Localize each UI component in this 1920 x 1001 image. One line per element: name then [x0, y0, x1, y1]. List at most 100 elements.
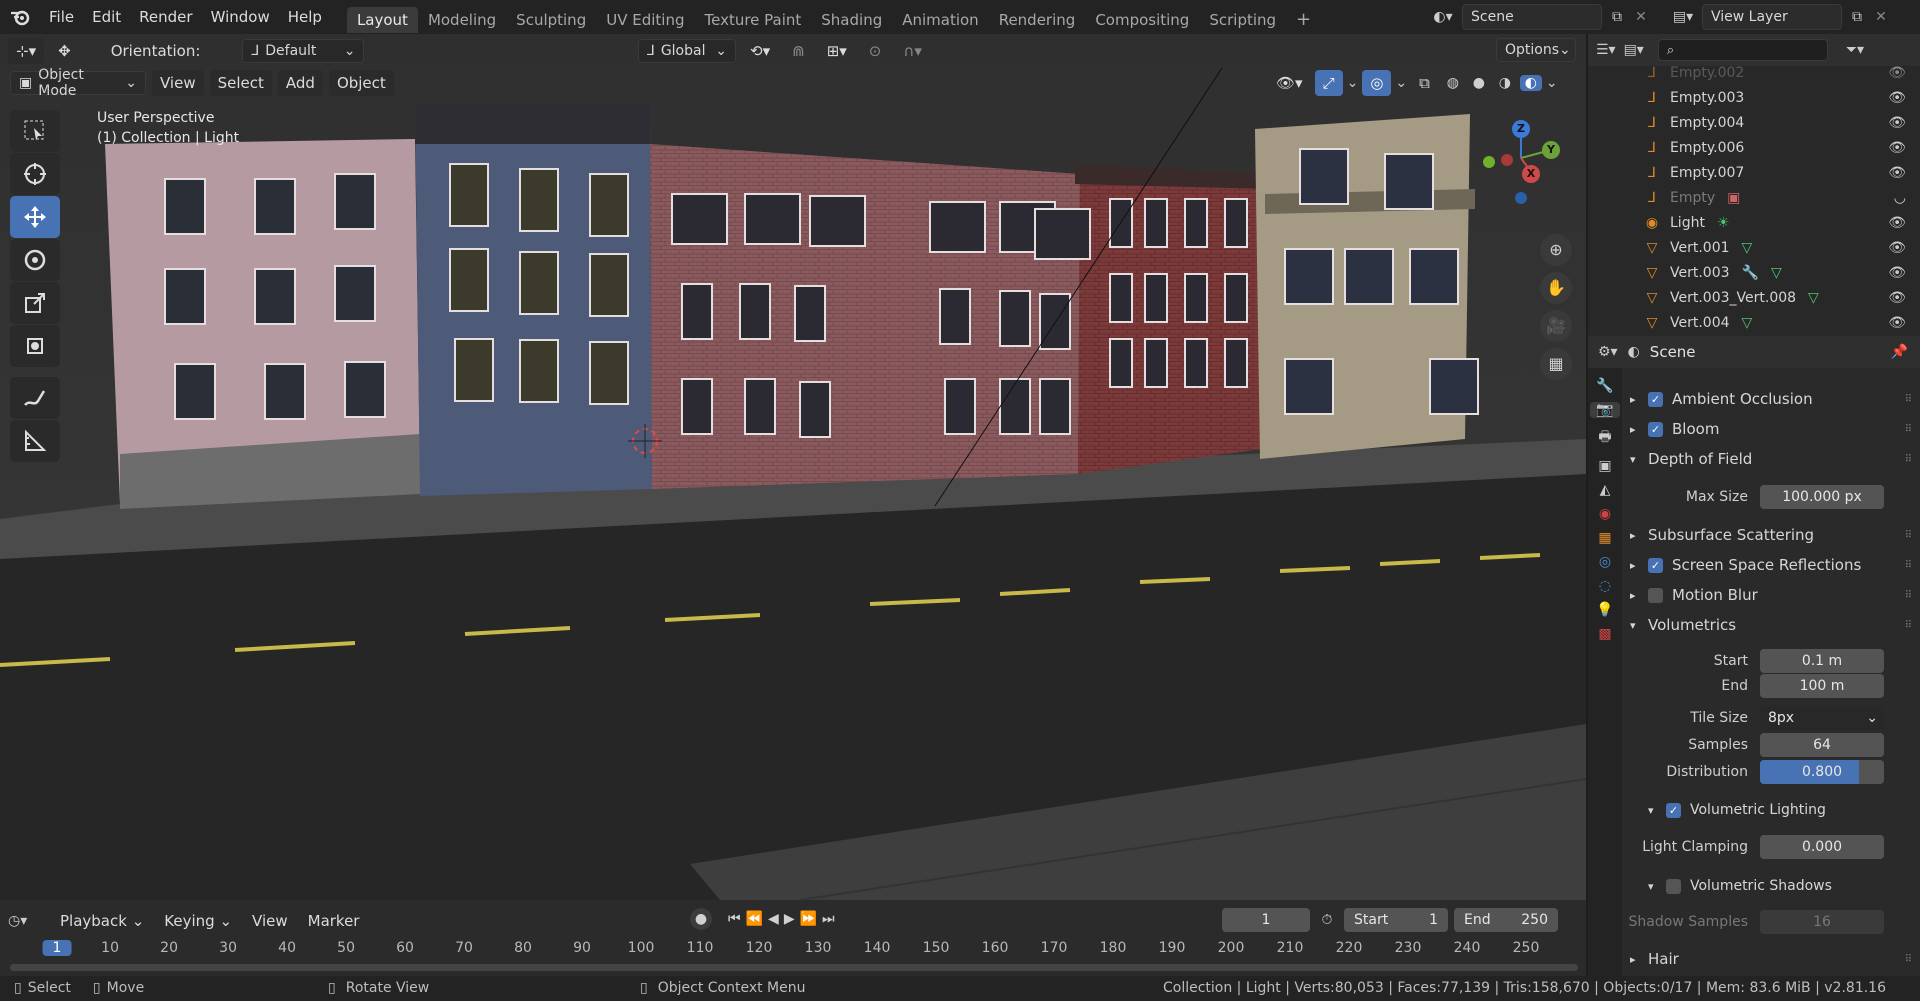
- camera-view-icon[interactable]: 🎥: [1540, 310, 1572, 342]
- drag-handle-icon[interactable]: ⠿: [1905, 590, 1912, 601]
- new-scene-icon[interactable]: ⧉: [1606, 9, 1628, 25]
- pin-icon[interactable]: 📌: [1891, 344, 1908, 360]
- visibility-eye-icon[interactable]: 👁: [1888, 65, 1906, 81]
- modifier-icon[interactable]: 🔧: [1742, 265, 1759, 281]
- rotate-tool-icon[interactable]: [10, 239, 60, 281]
- visibility-eye-icon[interactable]: 👁: [1888, 90, 1906, 106]
- visibility-eye-icon[interactable]: 👁: [1888, 215, 1906, 231]
- volumetric-lighting-checkbox[interactable]: ✓: [1666, 802, 1681, 818]
- menu-render[interactable]: Render: [130, 0, 201, 34]
- outliner-row[interactable]: ⅃ Empty ▣ ◡: [1588, 185, 1920, 210]
- output-tab-icon[interactable]: 🖶: [1598, 426, 1611, 450]
- visibility-eye-icon[interactable]: 👁: [1888, 165, 1906, 181]
- delete-scene-icon[interactable]: ✕: [1632, 9, 1650, 25]
- zoom-icon[interactable]: ⊕: [1540, 234, 1572, 266]
- tab-compositing[interactable]: Compositing: [1085, 7, 1199, 33]
- overlays-icon[interactable]: ◎: [1362, 70, 1392, 96]
- chevron-down-icon[interactable]: ⌄: [1395, 75, 1407, 91]
- view-layer-tab-icon[interactable]: ▣: [1598, 458, 1611, 474]
- panel-bloom[interactable]: ▸ ✓ Bloom ⠿: [1630, 415, 1918, 443]
- texture-tab-icon[interactable]: ▩: [1598, 626, 1611, 642]
- light-data-tab-icon[interactable]: 💡: [1596, 602, 1613, 618]
- filter-icon[interactable]: ⏷▾: [1846, 42, 1864, 58]
- chevron-down-icon[interactable]: ⌄: [1347, 75, 1359, 91]
- mode-dropdown[interactable]: ▣ Object Mode ⌄: [10, 67, 146, 99]
- menu-view[interactable]: View: [152, 70, 204, 96]
- gizmo-toggle-icon[interactable]: ⤢: [1314, 70, 1343, 96]
- view-layer-selector[interactable]: View Layer: [1702, 4, 1842, 30]
- subpanel-volumetric-lighting[interactable]: ▾ ✓ Volumetric Lighting: [1648, 796, 1918, 824]
- panel-ambient-occlusion[interactable]: ▸ ✓ Ambient Occlusion ⠿: [1630, 385, 1918, 413]
- menu-select[interactable]: Select: [209, 70, 272, 96]
- tab-animation[interactable]: Animation: [892, 7, 988, 33]
- outliner-row[interactable]: ⅃ Empty.007 👁: [1588, 160, 1920, 185]
- outliner-row[interactable]: ⅃ Empty.002 👁: [1588, 60, 1920, 85]
- drag-handle-icon[interactable]: ⠿: [1905, 954, 1912, 965]
- panel-screen-space-reflections[interactable]: ▸ ✓ Screen Space Reflections ⠿: [1630, 551, 1918, 579]
- visibility-eye-icon[interactable]: 👁: [1888, 240, 1906, 256]
- delete-view-layer-icon[interactable]: ✕: [1872, 9, 1890, 25]
- outliner-row[interactable]: ▽ Vert.004 ▽ 👁: [1588, 310, 1920, 335]
- outliner-row[interactable]: ▽ Vert.001 ▽ 👁: [1588, 235, 1920, 260]
- snap-magnet-icon[interactable]: ⋒: [784, 38, 813, 64]
- blender-logo-icon[interactable]: [0, 8, 40, 26]
- ambient-occlusion-checkbox[interactable]: ✓: [1648, 391, 1663, 407]
- pivot-point-icon[interactable]: ⟲▾: [742, 38, 778, 64]
- panel-hair[interactable]: ▸ Hair ⠿: [1630, 945, 1918, 973]
- solid-shading-icon[interactable]: ●: [1468, 75, 1490, 91]
- world-tab-icon[interactable]: ◉: [1599, 506, 1611, 522]
- menu-edit[interactable]: Edit: [83, 0, 130, 34]
- max-size-field[interactable]: 100.000 px: [1760, 485, 1884, 509]
- mesh-data-icon[interactable]: ▽: [1808, 290, 1819, 306]
- visibility-eye-icon[interactable]: 👁: [1888, 140, 1906, 156]
- scene-selector[interactable]: Scene: [1462, 4, 1602, 30]
- tab-sculpting[interactable]: Sculpting: [506, 7, 596, 33]
- object-tab-icon[interactable]: ▦: [1598, 530, 1611, 546]
- bloom-checkbox[interactable]: ✓: [1648, 421, 1663, 437]
- display-mode-icon[interactable]: ▤▾: [1624, 42, 1644, 58]
- physics-tab-icon[interactable]: ◌: [1599, 578, 1611, 594]
- light-data-icon[interactable]: ☀: [1717, 215, 1730, 231]
- tab-texture-paint[interactable]: Texture Paint: [694, 7, 811, 33]
- distribution-slider[interactable]: 0.800: [1760, 760, 1884, 784]
- visibility-eye-icon[interactable]: 👁▾: [1268, 70, 1311, 96]
- tab-uv-editing[interactable]: UV Editing: [596, 7, 694, 33]
- outliner-row[interactable]: ▽ Vert.003 🔧 ▽ 👁: [1588, 260, 1920, 285]
- tab-rendering[interactable]: Rendering: [989, 7, 1086, 33]
- drag-handle-icon[interactable]: ⠿: [1905, 530, 1912, 541]
- render-tab-icon[interactable]: 📷: [1590, 402, 1620, 418]
- visibility-eye-icon[interactable]: 👁: [1888, 115, 1906, 131]
- frame-ruler[interactable]: 1 10 20 30 40 50 60 70 80 90 100 110 120 130 140 150 160…: [0, 900, 1586, 976]
- panel-motion-blur[interactable]: ▸ Motion Blur ⠿: [1630, 581, 1918, 609]
- modifier-tab-icon[interactable]: ◎: [1599, 554, 1611, 570]
- chevron-down-icon[interactable]: ⌄: [1546, 75, 1558, 91]
- vol-end-field[interactable]: 100 m: [1760, 674, 1884, 698]
- menu-object[interactable]: Object: [328, 70, 394, 96]
- scene-tab-icon[interactable]: ◭: [1600, 482, 1611, 498]
- proportional-editing-icon[interactable]: ⊙: [861, 38, 890, 64]
- pan-hand-icon[interactable]: ✋: [1540, 272, 1572, 304]
- motion-blur-checkbox[interactable]: [1648, 587, 1663, 603]
- light-clamping-field[interactable]: 0.000: [1760, 835, 1884, 859]
- snap-target-icon[interactable]: ⊞▾: [819, 38, 855, 64]
- drag-handle-icon[interactable]: ⠿: [1905, 560, 1912, 571]
- tile-size-dropdown[interactable]: 8px ⌄: [1760, 706, 1884, 730]
- visibility-eye-icon[interactable]: 👁: [1888, 290, 1906, 306]
- select-box-icon[interactable]: [10, 110, 60, 152]
- editor-type-icon[interactable]: ⚙▾: [1598, 344, 1618, 360]
- menu-add[interactable]: Add: [277, 70, 323, 96]
- measure-tool-icon[interactable]: [10, 420, 60, 462]
- transform-tool-icon[interactable]: [10, 325, 60, 367]
- view-layer-browse-icon[interactable]: ▤▾: [1668, 9, 1698, 25]
- transform-pivot-icon[interactable]: ⊹▾: [8, 38, 45, 64]
- hidden-eye-icon[interactable]: ◡: [1894, 190, 1906, 206]
- image-data-icon[interactable]: ▣: [1727, 190, 1740, 206]
- vol-start-field[interactable]: 0.1 m: [1760, 649, 1884, 673]
- ssr-checkbox[interactable]: ✓: [1648, 557, 1663, 573]
- gizmo-z-axis[interactable]: Z: [1512, 120, 1530, 138]
- drag-handle-icon[interactable]: ⠿: [1905, 454, 1912, 465]
- tab-layout[interactable]: Layout: [346, 7, 418, 33]
- subpanel-volumetric-shadows[interactable]: ▾ Volumetric Shadows: [1648, 872, 1918, 900]
- new-view-layer-icon[interactable]: ⧉: [1846, 9, 1868, 25]
- outliner-row[interactable]: ◉ Light ☀ 👁: [1588, 210, 1920, 235]
